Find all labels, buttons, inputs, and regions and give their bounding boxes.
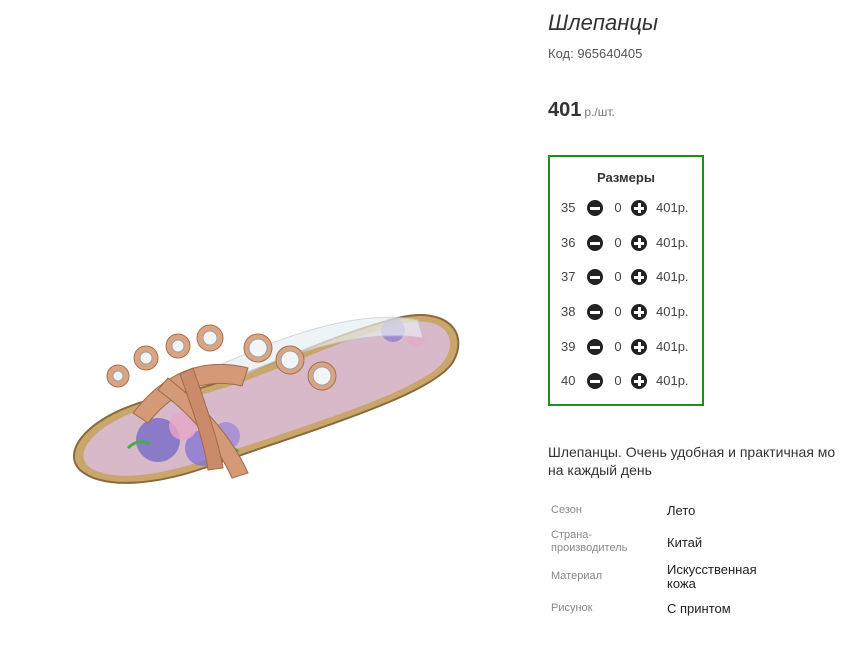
quantity-value: 0 — [614, 339, 622, 354]
minus-icon — [590, 345, 600, 349]
minus-icon — [590, 310, 600, 314]
size-price: 401р. — [656, 235, 689, 250]
sizes-title: Размеры — [597, 170, 655, 185]
property-value: Искусственная кожа — [667, 562, 757, 591]
quantity-value: 0 — [614, 200, 622, 215]
price-unit: р./шт. — [584, 105, 615, 119]
minus-icon — [590, 241, 600, 245]
property-value: Китай — [667, 535, 703, 550]
property-value: С принтом — [667, 601, 731, 616]
minus-icon — [590, 275, 600, 279]
size-price: 401р. — [656, 339, 689, 354]
size-row: 40 0 401р. — [561, 371, 701, 391]
size-row: 37 0 401р. — [561, 267, 701, 287]
plus-icon — [637, 342, 641, 352]
size-row: 39 0 401р. — [561, 337, 701, 357]
size-row: 38 0 401р. — [561, 302, 701, 322]
increase-button[interactable] — [631, 304, 647, 320]
increase-button[interactable] — [631, 235, 647, 251]
sizes-panel: Размеры 35 0 401р. 36 0 401р. 37 0 401р.… — [548, 155, 704, 406]
decrease-button[interactable] — [587, 304, 603, 320]
product-description: Шлепанцы. Очень удобная и практичная мо … — [548, 443, 841, 479]
decrease-button[interactable] — [587, 339, 603, 355]
quantity-value: 0 — [614, 373, 622, 388]
plus-icon — [637, 238, 641, 248]
plus-icon — [637, 272, 641, 282]
sandal-image — [73, 314, 460, 484]
increase-button[interactable] — [631, 339, 647, 355]
size-number: 37 — [561, 269, 576, 284]
property-key: Страна-производитель — [551, 529, 628, 554]
description-line: Шлепанцы. Очень удобная и практичная мо — [548, 444, 836, 460]
plus-icon — [637, 376, 641, 386]
size-price: 401р. — [656, 269, 689, 284]
product-photo[interactable] — [18, 8, 518, 648]
decrease-button[interactable] — [587, 373, 603, 389]
increase-button[interactable] — [631, 200, 647, 216]
quantity-value: 0 — [614, 235, 622, 250]
decrease-button[interactable] — [587, 269, 603, 285]
quantity-value: 0 — [614, 304, 622, 319]
property-key: Сезон — [551, 504, 582, 516]
size-row: 35 0 401р. — [561, 198, 701, 218]
price-value: 401 — [548, 99, 582, 121]
description-line: на каждый день — [548, 462, 652, 478]
product-info: Шлепанцы Код: 965640405 401 р./шт. Размер… — [548, 0, 841, 651]
property-key: Материал — [551, 570, 602, 582]
quantity-value: 0 — [614, 269, 622, 284]
property-key: Рисунок — [551, 602, 593, 614]
product-title: Шлепанцы — [548, 10, 659, 35]
property-value: Лето — [667, 503, 696, 518]
product-code: Код: 965640405 — [548, 46, 643, 61]
size-number: 40 — [561, 373, 576, 388]
size-price: 401р. — [656, 200, 689, 215]
plus-icon — [637, 307, 641, 317]
decrease-button[interactable] — [587, 235, 603, 251]
decrease-button[interactable] — [587, 200, 603, 216]
increase-button[interactable] — [631, 373, 647, 389]
product-price: 401 р./шт. — [548, 99, 615, 122]
size-number: 36 — [561, 235, 576, 250]
size-price: 401р. — [656, 304, 689, 319]
minus-icon — [590, 379, 600, 383]
size-price: 401р. — [656, 373, 689, 388]
minus-icon — [590, 206, 600, 210]
increase-button[interactable] — [631, 269, 647, 285]
size-number: 35 — [561, 200, 576, 215]
size-row: 36 0 401р. — [561, 233, 701, 253]
size-number: 38 — [561, 304, 576, 319]
plus-icon — [637, 203, 641, 213]
size-number: 39 — [561, 339, 576, 354]
